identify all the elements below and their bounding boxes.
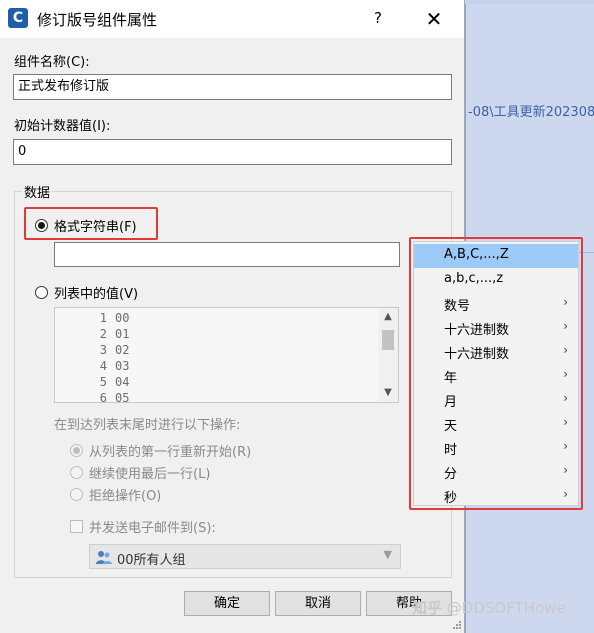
watermark-handle: @DDSOFTHowe [446,599,566,617]
scroll-up-icon[interactable]: ▲ [378,308,398,326]
chevron-right-icon: › [563,391,568,405]
chevron-right-icon: › [563,487,568,501]
chevron-right-icon: › [563,463,568,477]
menu-item-second[interactable]: 秒 › [414,484,578,508]
menu-item-minute[interactable]: 分 › [414,460,578,484]
chevron-right-icon: › [563,439,568,453]
format-string-menu: A,B,C,...,Z a,b,c,...,z 数号 › 十六进制数 › 十六进… [413,241,579,506]
menu-item-day[interactable]: 天 › [414,412,578,436]
menu-item-label: 十六进制数 [444,347,510,362]
initial-counter-label: 初始计数器值(I): [14,119,111,134]
list-item-value: 00 [115,311,130,325]
menu-item-year[interactable]: 年 › [414,364,578,388]
list-item-number: 6 [99,391,107,403]
chevron-down-icon[interactable]: ▼ [384,548,392,561]
menu-item-label: 数号 [444,299,471,314]
menu-item-hex-2[interactable]: 十六进制数 › [414,340,578,364]
revision-component-dialog: C 修订版号组件属性 ? ✕ 组件名称(C): 正式发布修订版 初始计数器值(I… [0,0,465,633]
use-last-radio[interactable] [70,466,83,479]
use-last-label[interactable]: 继续使用最后一行(L) [89,463,210,482]
format-string-radio[interactable] [35,219,48,232]
chevron-right-icon: › [563,295,568,309]
background-path-text: -08\工具更新202308 [468,105,594,120]
end-of-list-label: 在到达列表末尾时进行以下操作: [54,418,241,433]
menu-item-hour[interactable]: 时 › [414,436,578,460]
refuse-label[interactable]: 拒绝操作(O) [89,485,161,504]
chevron-right-icon: › [563,343,568,357]
list-item-value: 04 [115,375,130,389]
menu-item-label: A,B,C,...,Z [444,247,509,262]
list-item-value: 03 [115,359,130,373]
send-email-label[interactable]: 并发送电子邮件到(S): [89,517,216,536]
chevron-right-icon: › [563,319,568,333]
format-string-input[interactable] [54,242,400,267]
title-bar[interactable]: C 修订版号组件属性 ? ✕ [0,0,464,38]
list-item-number: 4 [99,359,107,373]
initial-counter-input[interactable]: 0 [13,139,452,165]
app-logo-icon: C [8,8,28,28]
data-group-title: 数据 [22,182,53,201]
scroll-down-icon[interactable]: ▼ [378,384,398,402]
group-icon [96,551,112,564]
close-icon[interactable]: ✕ [420,6,448,32]
chevron-right-icon: › [563,415,568,429]
refuse-radio[interactable] [70,488,83,501]
component-name-label: 组件名称(C): [14,55,90,70]
restart-radio[interactable] [70,444,83,457]
email-group-select[interactable]: 00所有人组 ▼ [89,544,401,569]
menu-item-label: 月 [444,395,458,410]
menu-item-number[interactable]: 数号 › [414,292,578,316]
list-item-value: 02 [115,343,130,357]
menu-item-hex[interactable]: 十六进制数 › [414,316,578,340]
cancel-button[interactable]: 取消 [275,591,361,616]
restart-label[interactable]: 从列表的第一行重新开始(R) [89,441,251,460]
menu-item-label: 年 [444,371,458,386]
list-item-value: 05 [115,391,130,403]
menu-item-uppercase[interactable]: A,B,C,...,Z [414,244,578,268]
chevron-right-icon: › [563,367,568,381]
component-name-input[interactable]: 正式发布修订版 [13,74,452,100]
format-string-label[interactable]: 格式字符串(F) [54,216,137,235]
resize-grip-icon[interactable] [452,620,462,630]
menu-item-label: 秒 [444,491,458,506]
menu-item-label: 时 [444,443,458,458]
scroll-thumb[interactable] [382,330,394,350]
menu-item-label: a,b,c,...,z [444,271,504,286]
menu-item-lowercase[interactable]: a,b,c,...,z [414,268,578,292]
list-item-number: 3 [99,343,107,357]
list-values-listbox[interactable]: 1 00 2 01 3 02 4 03 5 04 6 05 ▲ ▼ [54,307,399,403]
list-scrollbar[interactable]: ▲ ▼ [378,308,398,402]
dialog-title: 修订版号组件属性 [37,11,158,29]
menu-item-label: 十六进制数 [444,323,510,338]
watermark-brand: 知乎 [412,599,443,617]
menu-item-label: 分 [444,467,458,482]
list-item-value: 01 [115,327,130,341]
help-icon[interactable]: ? [368,7,388,29]
watermark: 知乎 @DDSOFTHowe [412,597,566,618]
list-values-label[interactable]: 列表中的值(V) [54,283,138,302]
list-item-number: 2 [99,327,107,341]
list-item-number: 1 [99,311,107,325]
list-item-number: 5 [99,375,107,389]
send-email-checkbox[interactable] [70,520,83,533]
list-values-radio[interactable] [35,286,48,299]
menu-item-month[interactable]: 月 › [414,388,578,412]
menu-item-label: 天 [444,419,458,434]
ok-button[interactable]: 确定 [184,591,270,616]
email-group-value: 00所有人组 [117,553,186,568]
